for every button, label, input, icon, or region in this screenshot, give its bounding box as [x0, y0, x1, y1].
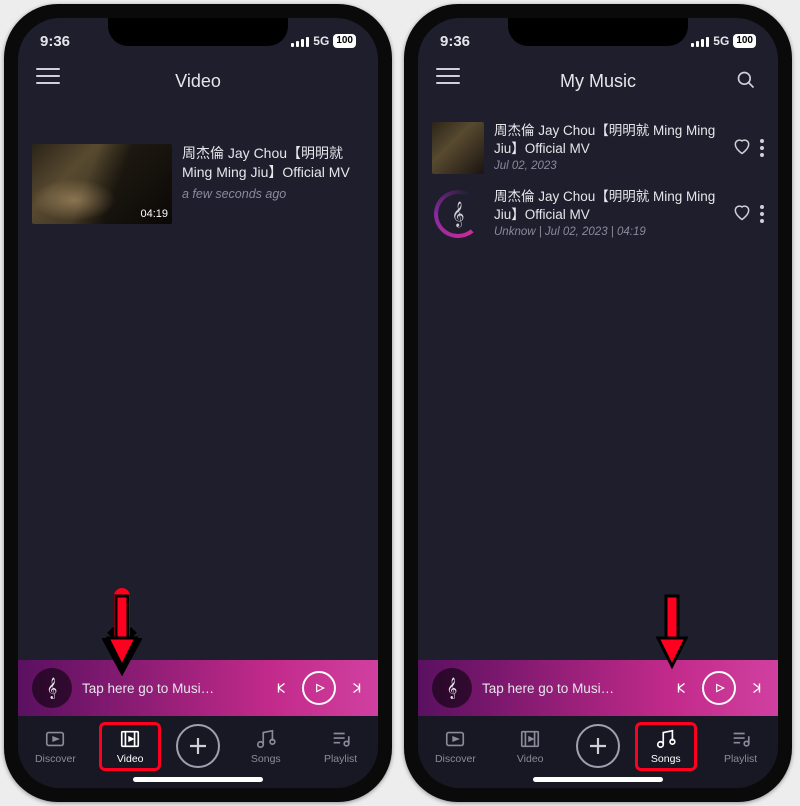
page-title: Video: [175, 71, 221, 92]
video-item[interactable]: 04:19 周杰倫 Jay Chou【明明就 Ming Ming Jiu】Off…: [32, 110, 364, 236]
tab-playlist[interactable]: Playlist: [712, 724, 770, 769]
menu-button[interactable]: [36, 68, 60, 84]
search-button[interactable]: [732, 66, 760, 94]
add-button[interactable]: [576, 724, 620, 768]
tab-label: Songs: [651, 753, 681, 765]
treble-clef-icon: 𝄞: [447, 678, 458, 699]
tab-label: Playlist: [324, 753, 357, 765]
annotation-arrow: [652, 586, 692, 676]
next-button[interactable]: [346, 679, 364, 697]
page-header: My Music: [418, 58, 778, 104]
mini-player-art[interactable]: 𝄞: [432, 668, 472, 708]
play-button[interactable]: [302, 671, 336, 705]
battery-icon: 100: [333, 34, 356, 48]
phone-left: 9:36 5G 100 Video 04:19 周杰倫 Jay Chou【明明就…: [4, 4, 392, 802]
tab-songs[interactable]: Songs: [237, 724, 295, 769]
mini-player[interactable]: 𝄞 Tap here go to Musi…: [18, 660, 378, 716]
status-time: 9:36: [40, 33, 70, 50]
music-title: 周杰倫 Jay Chou【明明就 Ming Ming Jiu】Official …: [494, 188, 722, 223]
music-item[interactable]: 𝄞 周杰倫 Jay Chou【明明就 Ming Ming Jiu】Officia…: [432, 182, 764, 248]
phone-right: 9:36 5G 100 My Music 周杰倫 Jay Chou【明明就 Mi…: [404, 4, 792, 802]
favorite-button[interactable]: [732, 136, 752, 161]
tab-discover[interactable]: Discover: [26, 724, 84, 769]
video-thumbnail[interactable]: 04:19: [32, 144, 172, 224]
music-item[interactable]: 周杰倫 Jay Chou【明明就 Ming Ming Jiu】Official …: [432, 116, 764, 182]
treble-clef-icon: 𝄞: [47, 678, 58, 699]
tab-label: Video: [517, 753, 544, 765]
favorite-button[interactable]: [732, 202, 752, 227]
mini-player-art[interactable]: 𝄞: [32, 668, 72, 708]
network-label: 5G: [713, 34, 729, 48]
tab-label: Songs: [251, 753, 281, 765]
music-subtitle: Jul 02, 2023: [494, 159, 722, 174]
play-button[interactable]: [702, 671, 736, 705]
music-thumbnail[interactable]: [432, 122, 484, 174]
treble-clef-icon: 𝄞: [432, 188, 484, 240]
menu-button[interactable]: [436, 68, 460, 84]
home-indicator[interactable]: [533, 777, 663, 782]
mini-player[interactable]: 𝄞 Tap here go to Musi…: [418, 660, 778, 716]
battery-icon: 100: [733, 34, 756, 48]
video-duration: 04:19: [140, 208, 168, 220]
next-button[interactable]: [746, 679, 764, 697]
music-thumbnail-playing[interactable]: 𝄞: [432, 188, 484, 240]
device-notch: [508, 18, 688, 46]
device-notch: [108, 18, 288, 46]
tab-label: Discover: [35, 753, 76, 765]
tab-label: Playlist: [724, 753, 757, 765]
home-indicator[interactable]: [133, 777, 263, 782]
tab-label: Discover: [435, 753, 476, 765]
network-label: 5G: [313, 34, 329, 48]
signal-icon: [291, 35, 309, 47]
prev-button[interactable]: [274, 679, 292, 697]
page-title: My Music: [560, 71, 636, 92]
more-button[interactable]: [760, 139, 764, 157]
video-title: 周杰倫 Jay Chou【明明就 Ming Ming Jiu】Official …: [182, 144, 364, 182]
prev-button[interactable]: [674, 679, 692, 697]
mini-player-text: Tap here go to Musi…: [82, 681, 264, 696]
music-subtitle: Unknow | Jul 02, 2023 | 04:19: [494, 225, 722, 240]
more-button[interactable]: [760, 205, 764, 223]
tab-video[interactable]: Video: [101, 724, 159, 769]
tab-songs[interactable]: Songs: [637, 724, 695, 769]
music-title: 周杰倫 Jay Chou【明明就 Ming Ming Jiu】Official …: [494, 122, 722, 157]
video-subtitle: a few seconds ago: [182, 186, 364, 203]
annotation-arrow: [102, 586, 142, 676]
tab-label: Video: [117, 753, 144, 765]
add-button[interactable]: [176, 724, 220, 768]
tab-playlist[interactable]: Playlist: [312, 724, 370, 769]
tab-video[interactable]: Video: [501, 724, 559, 769]
tab-discover[interactable]: Discover: [426, 724, 484, 769]
mini-player-text: Tap here go to Musi…: [482, 681, 664, 696]
status-time: 9:36: [440, 33, 470, 50]
signal-icon: [691, 35, 709, 47]
page-header: Video: [18, 58, 378, 104]
